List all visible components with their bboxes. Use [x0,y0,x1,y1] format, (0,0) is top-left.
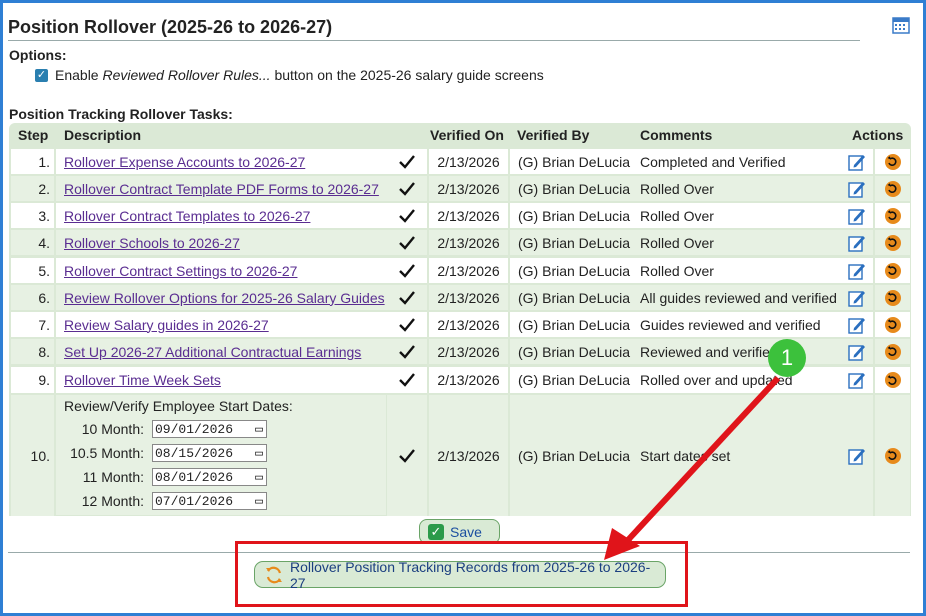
annotation-arrow [604,375,781,560]
annotation-badge: 1 [768,339,806,377]
